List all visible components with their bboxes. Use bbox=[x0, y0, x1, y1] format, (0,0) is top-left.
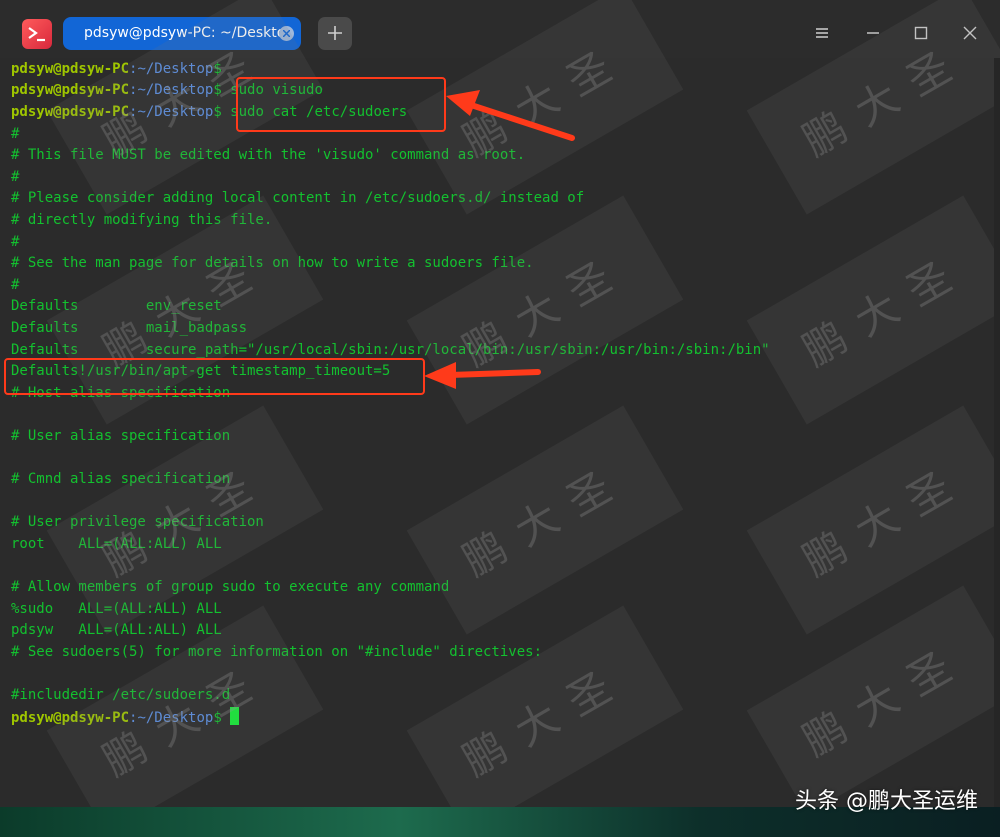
output-line: # bbox=[11, 169, 20, 185]
brand-watermark: 头条 @鹏大圣运维 bbox=[795, 789, 978, 814]
plus-icon bbox=[328, 26, 342, 40]
output-line: # bbox=[11, 126, 20, 142]
annotation-arrow-commands bbox=[446, 90, 575, 141]
annotation-arrow-defaults bbox=[424, 362, 541, 389]
terminal-window: pdsyw@pdsyw-PC: ~/Desktop pdsyw@pdsyw-PC… bbox=[0, 0, 1000, 837]
annotation-box-defaults bbox=[4, 358, 425, 395]
menu-button[interactable] bbox=[813, 24, 831, 42]
menu-icon bbox=[816, 28, 828, 38]
new-tab-button[interactable] bbox=[318, 17, 352, 50]
output-line: # bbox=[11, 277, 20, 293]
output-line: # bbox=[11, 234, 20, 250]
annotation-box-commands bbox=[236, 77, 446, 132]
scrollbar[interactable] bbox=[994, 58, 1000, 837]
terminal-icon bbox=[22, 19, 52, 49]
